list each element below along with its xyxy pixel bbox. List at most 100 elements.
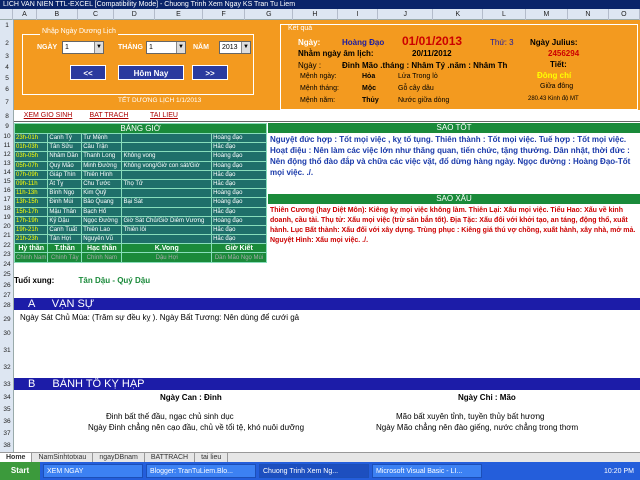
- row-header[interactable]: 36: [0, 418, 14, 426]
- col-header[interactable]: F: [203, 9, 246, 20]
- col-header[interactable]: A: [13, 9, 37, 20]
- row-header[interactable]: 8: [0, 113, 14, 121]
- sheet-tab[interactable]: tai lieu: [195, 453, 229, 462]
- taskbar-item[interactable]: Blogger: TranTuLiem.Blo...: [146, 464, 256, 478]
- col-header[interactable]: [0, 9, 13, 20]
- start-button[interactable]: Start: [0, 462, 40, 480]
- row-header[interactable]: 23: [0, 251, 14, 259]
- result-title: Kết quả: [288, 25, 313, 32]
- row-header[interactable]: 5: [0, 75, 14, 83]
- table-row[interactable]: 09h-11h Ất Tỵ Chu Tước Thọ Tử Hắc đạo: [13, 178, 267, 190]
- table-row[interactable]: 15h-17h Mậu Thân Bạch Hổ Hắc đạo: [13, 206, 267, 217]
- row-header[interactable]: 15: [0, 178, 14, 186]
- row-header[interactable]: 21: [0, 232, 14, 240]
- row-header[interactable]: 24: [0, 261, 14, 269]
- row-header[interactable]: 29: [0, 316, 14, 324]
- col-header[interactable]: C: [78, 9, 115, 20]
- table-row[interactable]: 05h-07h Quý Mão Minh Đường Không vong/Giờ c…: [13, 160, 267, 171]
- row-header[interactable]: 6: [0, 86, 14, 94]
- row-header[interactable]: 4: [0, 64, 14, 72]
- conflict-age-label: Tuổi xung:: [14, 276, 55, 285]
- day-element-desc: Lửa Trong lò: [398, 73, 438, 80]
- col-header[interactable]: L: [483, 9, 526, 20]
- col-header[interactable]: E: [155, 9, 203, 20]
- canchi-label: Ngày :: [298, 61, 322, 70]
- col-header[interactable]: D: [114, 9, 156, 20]
- col-header[interactable]: J: [378, 9, 434, 20]
- table-row[interactable]: 11h-13h Bính Ngọ Kim Quỹ Hoàng đạo: [13, 188, 267, 199]
- sheet-tab-home[interactable]: Home: [0, 453, 33, 462]
- row-header[interactable]: 32: [0, 364, 14, 372]
- row-header[interactable]: 26: [0, 282, 14, 290]
- row-header[interactable]: 9: [0, 123, 14, 131]
- today-button[interactable]: Hôm Nay: [118, 65, 184, 80]
- row-header[interactable]: 10: [0, 133, 14, 141]
- row-header[interactable]: 27: [0, 292, 14, 300]
- chevron-down-icon[interactable]: ▼: [176, 42, 185, 53]
- table-row[interactable]: 17h-19h Kỷ Dậu Ngọc Đường Giờ Sát Chủ/Giờ D…: [13, 215, 267, 226]
- col-header[interactable]: N: [568, 9, 609, 20]
- taskbar-item[interactable]: XEM NGAY: [43, 464, 143, 478]
- tab-xem-gio-sinh[interactable]: XEM GIO SINH: [18, 110, 78, 122]
- row-header[interactable]: 16: [0, 187, 14, 195]
- row-header[interactable]: 17: [0, 196, 14, 204]
- month-select[interactable]: 1 ▼: [146, 41, 186, 54]
- hour-table-header: BẢNG GIỜ: [14, 123, 267, 134]
- row-header[interactable]: 35: [0, 406, 14, 414]
- tab-tai-lieu[interactable]: TAI LIEU: [140, 110, 188, 122]
- row-header[interactable]: 12: [0, 151, 14, 159]
- row-header[interactable]: 19: [0, 214, 14, 222]
- row-header[interactable]: 13: [0, 160, 14, 168]
- row-header[interactable]: 34: [0, 394, 14, 402]
- sheet-tab[interactable]: BATTRACH: [145, 453, 196, 462]
- section-b-title: BÀNH TỔ KỴ HẠP: [52, 378, 145, 390]
- lunar-label: Nhằm ngày âm lịch:: [298, 49, 374, 58]
- table-row[interactable]: 07h-09h Giáp Thìn Thiên Hình Hắc đạo: [13, 169, 267, 180]
- year-select[interactable]: 2013 ▼: [219, 41, 251, 54]
- row-header[interactable]: 31: [0, 347, 14, 355]
- row-header[interactable]: 33: [0, 381, 14, 389]
- clock: 10:20 PM: [604, 467, 634, 475]
- day-select[interactable]: 1 ▼: [62, 41, 104, 54]
- table-row[interactable]: 19h-21h Canh Tuất Thiên Lao Thiên lôi Hắc đạ…: [13, 224, 267, 236]
- taskbar-item[interactable]: Chuong Trinh Xem Ng...: [259, 464, 369, 478]
- month-element-label: Mệnh tháng:: [300, 85, 339, 92]
- row-header[interactable]: 2: [0, 40, 14, 48]
- col-header[interactable]: B: [37, 9, 78, 20]
- day-label: NGÀY: [37, 44, 58, 51]
- month-element-desc: Gỗ cây dâu: [398, 85, 434, 92]
- row-header[interactable]: 38: [0, 442, 14, 450]
- sheet-tab[interactable]: NamSinhtotxau: [32, 453, 94, 462]
- row-header[interactable]: 28: [0, 302, 14, 310]
- row-header[interactable]: 30: [0, 330, 14, 338]
- row-header[interactable]: 7: [0, 99, 14, 107]
- prev-day-button[interactable]: <<: [70, 65, 106, 80]
- taskbar-item[interactable]: Microsoft Visual Basic - LI...: [372, 464, 482, 478]
- next-day-button[interactable]: >>: [192, 65, 228, 80]
- row-header[interactable]: 25: [0, 271, 14, 279]
- table-row[interactable]: 01h-03h Tân Sửu Câu Trận Hắc đạo: [13, 142, 267, 153]
- table-row[interactable]: 21h-23h Tân Hợi Nguyên Vũ Hắc đạo: [13, 234, 267, 245]
- chevron-down-icon[interactable]: ▼: [241, 42, 250, 53]
- col-header[interactable]: G: [245, 9, 294, 20]
- row-header[interactable]: 3: [0, 53, 14, 61]
- year-label: NĂM: [193, 44, 209, 51]
- row-header[interactable]: 1: [0, 22, 14, 30]
- col-header[interactable]: M: [526, 9, 569, 20]
- row-header[interactable]: 18: [0, 205, 14, 213]
- col-header[interactable]: I: [338, 9, 379, 20]
- col-header[interactable]: K: [433, 9, 484, 20]
- row-header[interactable]: 22: [0, 242, 14, 250]
- row-header[interactable]: 20: [0, 223, 14, 231]
- row-header[interactable]: 14: [0, 169, 14, 177]
- table-row[interactable]: 23h-01h Canh Tý Tư Mệnh Hoàng đạo: [13, 132, 267, 144]
- row-header[interactable]: 37: [0, 430, 14, 438]
- chevron-down-icon[interactable]: ▼: [94, 42, 103, 53]
- row-header[interactable]: 11: [0, 142, 14, 150]
- tab-bat-trach[interactable]: BAT TRACH: [84, 110, 134, 122]
- table-row[interactable]: 13h-15h Đinh Mùi Bảo Quang Bại Sát Hoàng đạo: [13, 197, 267, 208]
- col-header[interactable]: O: [609, 9, 640, 20]
- table-row[interactable]: 03h-05h Nhâm Dần Thanh Long Không vong Hoàng…: [13, 151, 267, 162]
- sheet-tab[interactable]: ngayDBnam: [93, 453, 145, 462]
- col-header[interactable]: H: [293, 9, 338, 20]
